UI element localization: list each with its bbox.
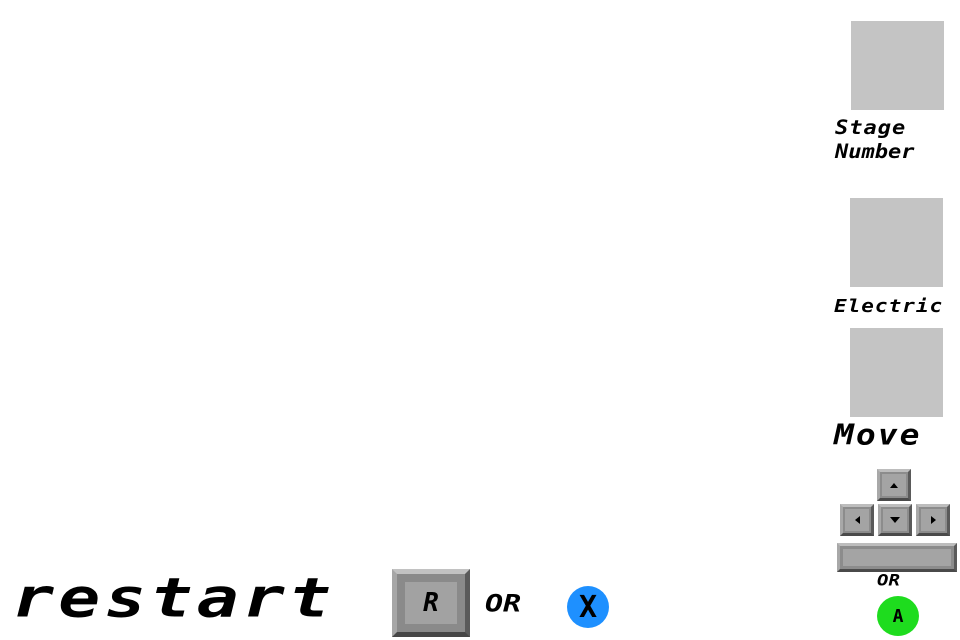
- arrow-up-icon: [882, 474, 906, 496]
- arrow-left-key[interactable]: [840, 504, 874, 536]
- arrow-right-key[interactable]: [916, 504, 950, 536]
- r-key-face: R: [405, 582, 457, 624]
- space-bar-key[interactable]: [837, 543, 957, 572]
- gamepad-a-button[interactable]: A: [877, 596, 919, 636]
- arrow-up-key[interactable]: [877, 469, 911, 501]
- restart-label: restart: [12, 566, 336, 630]
- stage-label-line2: Number: [835, 141, 915, 164]
- arrow-down-icon: [883, 509, 907, 531]
- r-key-label: R: [423, 588, 439, 618]
- arrow-right-icon: [921, 509, 945, 531]
- stage-number-slot: [851, 21, 944, 110]
- electric-label: Electric: [834, 296, 944, 317]
- arrow-down-key[interactable]: [878, 504, 912, 536]
- gamepad-a-label: A: [892, 605, 904, 627]
- gamepad-x-label: X: [578, 589, 598, 625]
- or-label-side: OR: [877, 571, 900, 590]
- stage-label-line1: Stage: [835, 117, 907, 140]
- space-bar-icon: [843, 549, 951, 566]
- restart-r-key[interactable]: R: [392, 569, 470, 637]
- move-slot: [850, 328, 943, 417]
- move-label: Move: [834, 418, 922, 452]
- or-label-bottom: OR: [485, 590, 522, 618]
- electric-slot: [850, 198, 943, 287]
- arrow-left-icon: [845, 509, 869, 531]
- gamepad-x-button[interactable]: X: [567, 586, 609, 628]
- game-screen: Stage Number Electric Move OR A restart …: [0, 0, 960, 640]
